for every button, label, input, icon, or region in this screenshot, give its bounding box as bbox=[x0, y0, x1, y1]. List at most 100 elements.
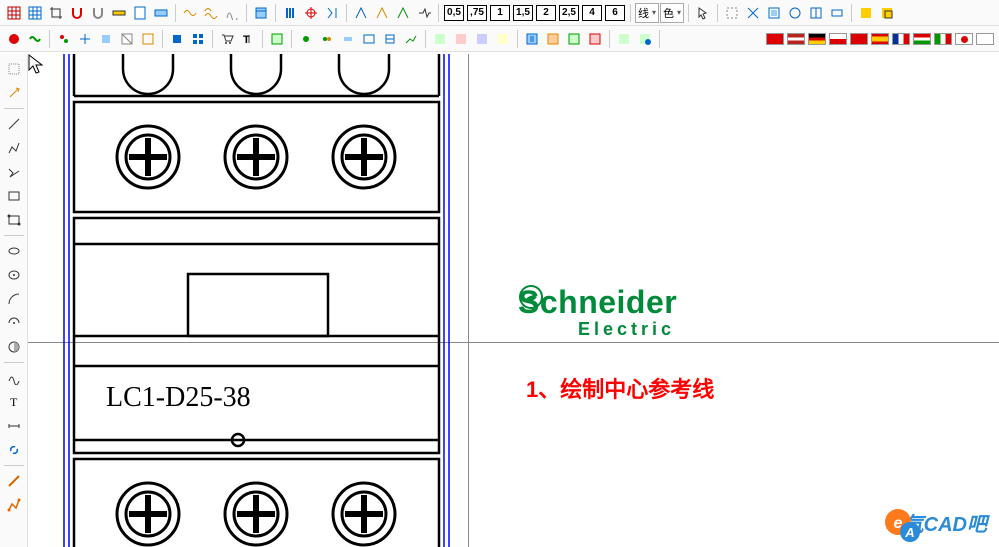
c1-btn[interactable] bbox=[267, 29, 287, 49]
r1-btn[interactable] bbox=[722, 3, 742, 23]
e2-btn[interactable] bbox=[451, 29, 471, 49]
e4-btn[interactable] bbox=[493, 29, 513, 49]
vbar2-btn[interactable] bbox=[301, 3, 321, 23]
weight-2[interactable]: 2 bbox=[536, 5, 556, 21]
flag-de[interactable] bbox=[808, 33, 826, 45]
b1-btn[interactable] bbox=[167, 29, 187, 49]
link-tool[interactable] bbox=[3, 439, 25, 461]
arc2-tool[interactable] bbox=[3, 312, 25, 334]
center-btn[interactable] bbox=[151, 3, 171, 23]
wave-b-btn[interactable] bbox=[201, 3, 221, 23]
flag-fr[interactable] bbox=[892, 33, 910, 45]
d3-btn[interactable] bbox=[338, 29, 358, 49]
a3-btn[interactable] bbox=[96, 29, 116, 49]
separator bbox=[517, 30, 518, 48]
separator bbox=[262, 30, 263, 48]
flag-dk[interactable] bbox=[850, 33, 868, 45]
magnet1-btn[interactable] bbox=[67, 3, 87, 23]
g2-btn[interactable] bbox=[635, 29, 655, 49]
a5-btn[interactable] bbox=[138, 29, 158, 49]
a4-btn[interactable] bbox=[117, 29, 137, 49]
d2-btn[interactable] bbox=[317, 29, 337, 49]
y2-btn[interactable] bbox=[877, 3, 897, 23]
doc-btn[interactable] bbox=[130, 3, 150, 23]
weight-075[interactable]: ,75 bbox=[467, 5, 487, 21]
wave-c-btn[interactable] bbox=[222, 3, 242, 23]
l3-btn[interactable] bbox=[393, 3, 413, 23]
arc1-tool[interactable] bbox=[3, 288, 25, 310]
line-style-combo[interactable]: 线 bbox=[635, 3, 659, 23]
text-tool-btn[interactable]: T bbox=[238, 29, 258, 49]
weight-25[interactable]: 2,5 bbox=[559, 5, 579, 21]
flag-hu[interactable] bbox=[913, 33, 931, 45]
grid-btn[interactable] bbox=[4, 3, 24, 23]
separator bbox=[4, 362, 24, 363]
r5-btn[interactable] bbox=[806, 3, 826, 23]
b2-btn[interactable] bbox=[188, 29, 208, 49]
d6-btn[interactable] bbox=[401, 29, 421, 49]
flag-it[interactable] bbox=[934, 33, 952, 45]
d5-btn[interactable] bbox=[380, 29, 400, 49]
magnet2-btn[interactable] bbox=[88, 3, 108, 23]
f3-btn[interactable] bbox=[564, 29, 584, 49]
d4-btn[interactable] bbox=[359, 29, 379, 49]
measure-btn[interactable] bbox=[109, 3, 129, 23]
flag-cn[interactable] bbox=[766, 33, 784, 45]
flag-es[interactable] bbox=[871, 33, 889, 45]
l2-btn[interactable] bbox=[372, 3, 392, 23]
flag-cz[interactable] bbox=[829, 33, 847, 45]
red-circle-btn[interactable] bbox=[4, 29, 24, 49]
a1-btn[interactable] bbox=[54, 29, 74, 49]
rect-tool[interactable] bbox=[3, 185, 25, 207]
text-tool[interactable]: T bbox=[3, 391, 25, 413]
weight-05[interactable]: 0,5 bbox=[444, 5, 464, 21]
flag-us[interactable] bbox=[787, 33, 805, 45]
l1-btn[interactable] bbox=[351, 3, 371, 23]
line-tool[interactable] bbox=[3, 113, 25, 135]
g1-btn[interactable] bbox=[614, 29, 634, 49]
d1-btn[interactable] bbox=[296, 29, 316, 49]
drawing-canvas[interactable]: LC1-D25-38 Schneider Electric 1、绘制中心参考线 … bbox=[28, 54, 999, 547]
color-combo[interactable]: 色 bbox=[660, 3, 684, 23]
y1-btn[interactable] bbox=[856, 3, 876, 23]
cal-btn[interactable] bbox=[251, 3, 271, 23]
r4-btn[interactable] bbox=[785, 3, 805, 23]
magic-tool[interactable] bbox=[3, 82, 25, 104]
ellipse1-tool[interactable] bbox=[3, 240, 25, 262]
weight-4[interactable]: 4 bbox=[582, 5, 602, 21]
ellipse2-tool[interactable] bbox=[3, 264, 25, 286]
orange-edit-tool[interactable] bbox=[3, 494, 25, 516]
weight-6[interactable]: 6 bbox=[605, 5, 625, 21]
l4-btn[interactable] bbox=[414, 3, 434, 23]
grid2-btn[interactable] bbox=[25, 3, 45, 23]
cart-btn[interactable] bbox=[217, 29, 237, 49]
flag-jp[interactable] bbox=[955, 33, 973, 45]
crop-btn[interactable] bbox=[46, 3, 66, 23]
weight-1[interactable]: 1 bbox=[490, 5, 510, 21]
e3-btn[interactable] bbox=[472, 29, 492, 49]
curve-tool[interactable] bbox=[3, 367, 25, 389]
dimension-tool[interactable] bbox=[3, 415, 25, 437]
polyline-tool[interactable] bbox=[3, 161, 25, 183]
circle-half-tool[interactable] bbox=[3, 336, 25, 358]
a2-btn[interactable] bbox=[75, 29, 95, 49]
flag-kr[interactable] bbox=[976, 33, 994, 45]
pointer-btn[interactable] bbox=[693, 3, 713, 23]
pointer-tool[interactable] bbox=[3, 58, 25, 80]
r2-btn[interactable] bbox=[743, 3, 763, 23]
zigzag-tool[interactable] bbox=[3, 137, 25, 159]
green-wave-btn[interactable] bbox=[25, 29, 45, 49]
weight-15[interactable]: 1,5 bbox=[513, 5, 533, 21]
f1-btn[interactable] bbox=[522, 29, 542, 49]
rect2-tool[interactable] bbox=[3, 209, 25, 231]
wave-a-btn[interactable] bbox=[180, 3, 200, 23]
vbar3-btn[interactable] bbox=[322, 3, 342, 23]
vbar1-btn[interactable] bbox=[280, 3, 300, 23]
r3-btn[interactable] bbox=[764, 3, 784, 23]
e1-btn[interactable] bbox=[430, 29, 450, 49]
schneider-logo: Schneider Electric bbox=[518, 284, 677, 340]
r6-btn[interactable] bbox=[827, 3, 847, 23]
f4-btn[interactable] bbox=[585, 29, 605, 49]
orange-line-tool[interactable] bbox=[3, 470, 25, 492]
f2-btn[interactable] bbox=[543, 29, 563, 49]
